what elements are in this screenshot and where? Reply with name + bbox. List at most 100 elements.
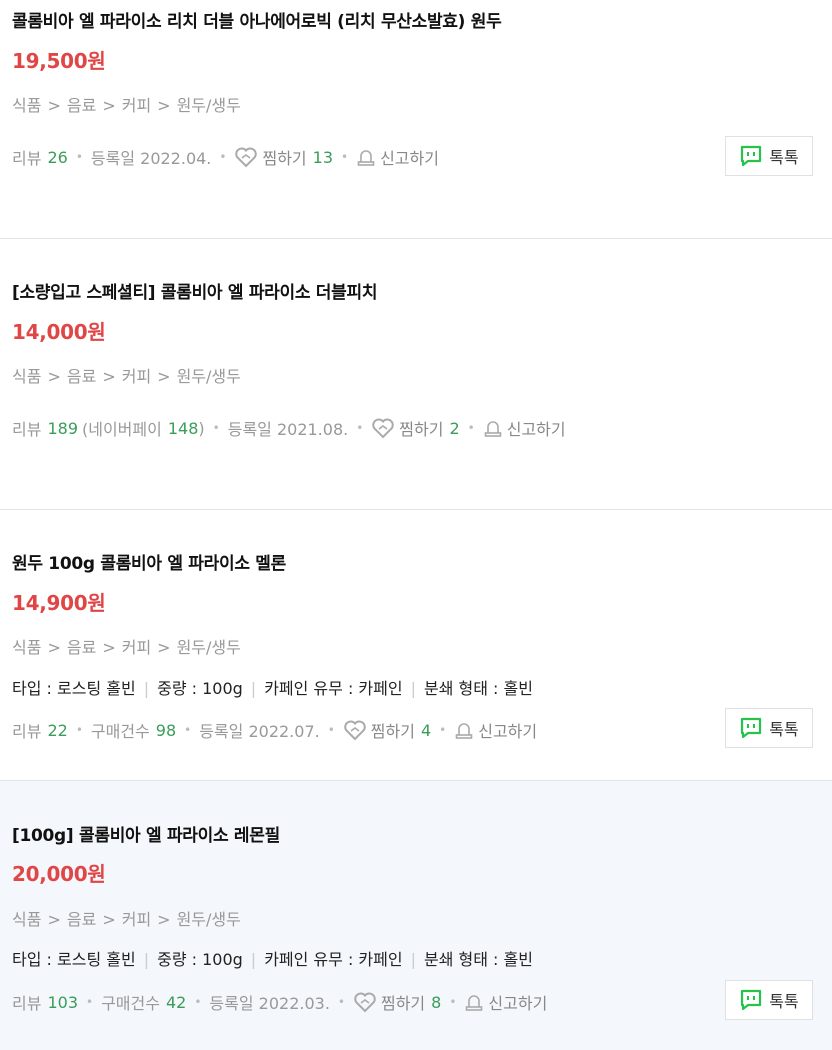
meta-separator: • bbox=[327, 723, 335, 737]
product-price: 14,900원 bbox=[12, 591, 106, 615]
product-title[interactable]: 콜롬비아 엘 파라이소 리치 더블 아나에어로빅 (리치 무산소발효) 원두 bbox=[12, 7, 502, 32]
naverpay-close: ) bbox=[198, 418, 205, 438]
zzim-count: 13 bbox=[312, 147, 333, 167]
meta-separator: • bbox=[356, 421, 364, 435]
product-price: 20,000원 bbox=[12, 862, 106, 886]
category-link[interactable]: 커피 bbox=[122, 367, 151, 386]
meta-separator: • bbox=[439, 723, 447, 737]
category-link[interactable]: 식품 bbox=[12, 638, 41, 657]
siren-icon bbox=[455, 723, 473, 739]
talktalk-label: 톡톡 bbox=[769, 720, 799, 739]
category-breadcrumb: 식품 > 음료 > 커피 > 원두/생두 bbox=[12, 96, 241, 115]
zzim-label: 찜하기 bbox=[399, 420, 444, 439]
review-label[interactable]: 리뷰 bbox=[12, 416, 41, 440]
category-link[interactable]: 원두/생두 bbox=[177, 96, 241, 115]
product-price: 14,000원 bbox=[12, 320, 106, 344]
product-title[interactable]: [100g] 콜롬비아 엘 파라이소 레몬필 bbox=[12, 821, 280, 846]
category-link[interactable]: 원두/생두 bbox=[177, 367, 241, 386]
attribute-grind: 분쇄 형태 : 홀빈 bbox=[424, 950, 533, 969]
product-title[interactable]: [소량입고 스페셜티] 콜롬비아 엘 파라이소 더블피치 bbox=[12, 278, 377, 303]
category-link[interactable]: 식품 bbox=[12, 910, 41, 929]
category-link[interactable]: 커피 bbox=[122, 96, 151, 115]
review-count: 22 bbox=[47, 720, 68, 740]
heart-icon bbox=[354, 992, 376, 1013]
category-breadcrumb: 식품 > 음료 > 커피 > 원두/생두 bbox=[12, 367, 241, 386]
naverpay-label: (네이버페이 bbox=[82, 420, 162, 439]
product-attributes: 타입 : 로스팅 홀빈 | 중량 : 100g | 카페인 유무 : 카페인 | 분쇄 형태… bbox=[12, 946, 533, 970]
category-link[interactable]: 식품 bbox=[12, 96, 41, 115]
zzim-button[interactable]: 찜하기 13 bbox=[234, 145, 333, 169]
meta-separator: • bbox=[75, 723, 83, 737]
talktalk-button[interactable]: 톡톡 bbox=[725, 708, 813, 748]
report-label: 신고하기 bbox=[478, 722, 538, 741]
zzim-label: 찜하기 bbox=[380, 994, 426, 1013]
product-title[interactable]: 원두 100g 콜롬비아 엘 파라이소 멜론 bbox=[12, 549, 286, 574]
register-date: 등록일 2022.07. bbox=[199, 722, 320, 741]
siren-icon bbox=[357, 150, 375, 166]
register-date: 등록일 2021.08. bbox=[227, 420, 349, 439]
category-link[interactable]: 커피 bbox=[122, 910, 151, 929]
product-meta: 리뷰 189 (네이버페이 148) • 등록일 2021.08. • 찜하기 2 •… bbox=[12, 416, 566, 440]
talktalk-button[interactable]: 톡톡 bbox=[725, 136, 813, 176]
register-date: 등록일 2022.04. bbox=[90, 149, 212, 168]
review-count: 189 bbox=[47, 418, 78, 438]
naverpay-count: 148 bbox=[167, 418, 199, 438]
category-breadcrumb: 식품 > 음료 > 커피 > 원두/생두 bbox=[12, 638, 241, 657]
category-link[interactable]: 원두/생두 bbox=[177, 910, 241, 929]
meta-separator: • bbox=[194, 995, 202, 1009]
attribute-grind: 분쇄 형태 : 홀빈 bbox=[424, 679, 533, 698]
zzim-button[interactable]: 찜하기 4 bbox=[343, 718, 431, 742]
register-date: 등록일 2022.03. bbox=[209, 994, 330, 1013]
category-link[interactable]: 커피 bbox=[122, 638, 151, 657]
report-label: 신고하기 bbox=[488, 994, 548, 1013]
zzim-button[interactable]: 찜하기 2 bbox=[371, 416, 460, 440]
review-label[interactable]: 리뷰 bbox=[12, 718, 41, 742]
attribute-separator: | bbox=[143, 950, 150, 969]
product-price: 19,500원 bbox=[12, 49, 106, 73]
report-button[interactable]: 신고하기 bbox=[454, 718, 537, 742]
category-link[interactable]: 음료 bbox=[67, 910, 96, 929]
review-label[interactable]: 리뷰 bbox=[12, 145, 41, 169]
meta-separator: • bbox=[212, 421, 220, 435]
meta-separator: • bbox=[184, 723, 192, 737]
category-link[interactable]: 음료 bbox=[67, 638, 96, 657]
attribute-separator: | bbox=[410, 950, 416, 969]
talktalk-label: 톡톡 bbox=[769, 992, 799, 1011]
review-count: 26 bbox=[47, 147, 68, 167]
category-link[interactable]: 원두/생두 bbox=[177, 638, 241, 657]
attribute-separator: | bbox=[250, 950, 257, 969]
product-item: [100g] 콜롬비아 엘 파라이소 레몬필 20,000원 식품 > 음료 > 커피 >… bbox=[0, 781, 832, 1050]
category-link[interactable]: 음료 bbox=[67, 96, 96, 115]
zzim-label: 찜하기 bbox=[370, 722, 415, 741]
attribute-caffeine: 카페인 유무 : 카페인 bbox=[264, 950, 403, 969]
attribute-weight: 중량 : 100g bbox=[157, 950, 243, 969]
report-button[interactable]: 신고하기 bbox=[356, 145, 439, 169]
review-label[interactable]: 리뷰 bbox=[12, 990, 41, 1014]
report-button[interactable]: 신고하기 bbox=[483, 416, 566, 440]
zzim-count: 2 bbox=[449, 418, 460, 438]
product-item: 콜롬비아 엘 파라이소 리치 더블 아나에어로빅 (리치 무산소발효) 원두 1… bbox=[0, 0, 832, 238]
purchase-label: 구매건수 bbox=[90, 722, 150, 741]
meta-separator: • bbox=[219, 150, 227, 164]
talk-bubble-icon bbox=[741, 989, 762, 1011]
meta-separator: • bbox=[341, 150, 349, 164]
product-meta: 리뷰 22 • 구매건수 98 • 등록일 2022.07. • 찜하기 4 • 신고… bbox=[12, 718, 537, 742]
purchase-count: 98 bbox=[155, 720, 177, 740]
attribute-caffeine: 카페인 유무 : 카페인 bbox=[264, 679, 403, 698]
meta-separator: • bbox=[86, 995, 94, 1009]
attribute-type: 타입 : 로스팅 홀빈 bbox=[12, 679, 136, 698]
zzim-count: 8 bbox=[431, 992, 442, 1012]
meta-separator: • bbox=[449, 995, 457, 1009]
heart-icon bbox=[344, 720, 366, 741]
product-meta: 리뷰 26 • 등록일 2022.04. • 찜하기 13 • 신고하기 bbox=[12, 145, 439, 169]
siren-icon bbox=[466, 995, 483, 1011]
report-button[interactable]: 신고하기 bbox=[464, 990, 547, 1014]
zzim-button[interactable]: 찜하기 8 bbox=[353, 990, 441, 1014]
category-link[interactable]: 식품 bbox=[12, 367, 41, 386]
product-item: 원두 100g 콜롬비아 엘 파라이소 멜론 14,900원 식품 > 음료 > 커피 >… bbox=[0, 510, 832, 780]
talktalk-button[interactable]: 톡톡 bbox=[725, 980, 813, 1020]
meta-separator: • bbox=[337, 995, 345, 1009]
heart-icon bbox=[372, 418, 395, 439]
purchase-count: 42 bbox=[165, 992, 187, 1012]
category-link[interactable]: 음료 bbox=[67, 367, 96, 386]
